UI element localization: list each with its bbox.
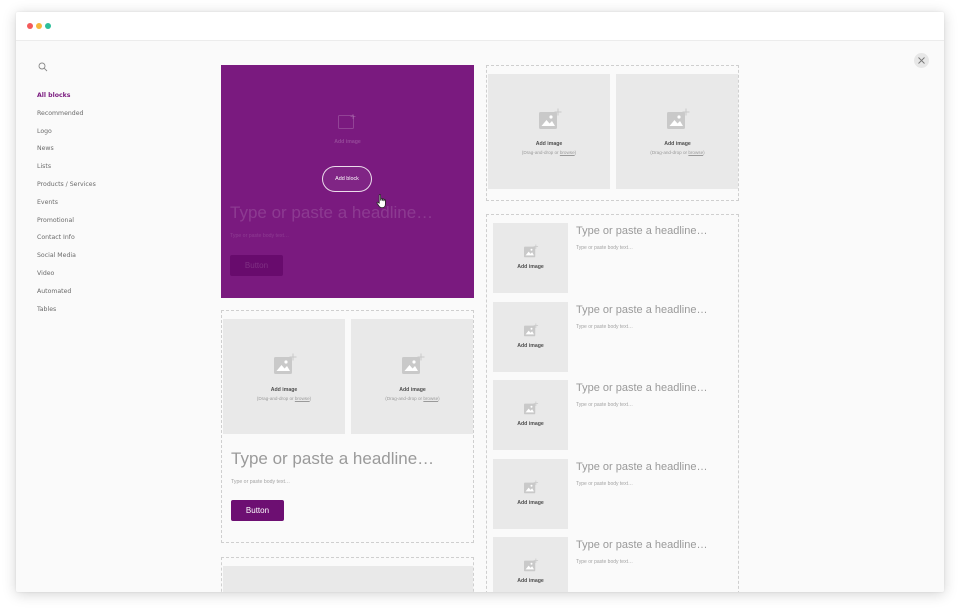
headline-placeholder[interactable]: Type or paste a headline… (231, 449, 434, 469)
add-image-label: Add image (664, 141, 691, 147)
add-image-icon (524, 323, 539, 337)
drag-drop-suffix: ) (574, 150, 577, 155)
drag-drop-text: (Drag-and-drop or (385, 396, 424, 401)
block-library-window: All blocks Recommended Logo News Lists P… (16, 12, 944, 592)
image-block-partial[interactable] (221, 557, 474, 592)
add-image-label: Add image (517, 578, 544, 584)
add-image-label: Add image (517, 264, 544, 270)
title-bar (16, 12, 944, 41)
add-image-label: Add image (535, 141, 563, 147)
add-image-label: Add image (517, 421, 544, 427)
nav-item-all-blocks[interactable]: All blocks (37, 91, 187, 109)
ghost-headline: Type or paste a headline… (230, 203, 434, 222)
image-placeholder[interactable]: Add image (Drag-and-drop or browse) (616, 74, 738, 189)
nav-item-events[interactable]: Events (37, 198, 187, 216)
body-text-placeholder[interactable]: Type or paste body text… (576, 245, 633, 251)
nav-item-contact-info[interactable]: Contact Info (37, 233, 187, 251)
browse-link[interactable]: browse (560, 150, 575, 155)
drag-drop-suffix: ) (703, 150, 705, 155)
image-placeholder[interactable]: Add image (493, 380, 568, 450)
nav-item-video[interactable]: Video (37, 269, 187, 287)
image-left-text-list-block[interactable]: Add image Type or paste a headline… Type… (486, 214, 739, 592)
close-icon (918, 57, 925, 64)
add-image-icon (667, 108, 690, 129)
ghost-body-text: Type or paste body text… (230, 233, 290, 239)
headline-placeholder[interactable]: Type or paste a headline… (576, 304, 707, 316)
add-image-icon (524, 401, 539, 415)
image-placeholder[interactable]: Add image (Drag-and-drop or browse) (488, 74, 610, 189)
body-text-placeholder[interactable]: Type or paste body text… (231, 479, 290, 485)
ghost-image-placeholder: Add image (221, 65, 474, 180)
ghost-add-image-label: Add image (334, 139, 361, 145)
headline-placeholder[interactable]: Type or paste a headline… (576, 539, 707, 551)
add-image-icon (524, 480, 539, 494)
drag-drop-hint: (Drag-and-drop or browse) (616, 150, 738, 155)
ghost-button: Button (230, 255, 283, 276)
add-image-label: Add image (517, 500, 544, 506)
category-nav: All blocks Recommended Logo News Lists P… (37, 91, 187, 322)
drag-drop-text: (Drag-and-drop or (650, 150, 689, 155)
headline-placeholder[interactable]: Type or paste a headline… (576, 382, 707, 394)
nav-item-lists[interactable]: Lists (37, 162, 187, 180)
image-placeholder[interactable]: Add image (493, 223, 568, 293)
image-placeholder[interactable]: Add image (Drag-and-drop or browse) (351, 319, 473, 434)
headline-placeholder[interactable]: Type or paste a headline… (576, 225, 707, 237)
drag-drop-hint: (Drag-and-drop or browse) (351, 396, 473, 401)
drag-drop-text: (Drag-and-drop or (521, 150, 560, 155)
add-image-label: Add image (399, 387, 426, 393)
hovered-image-text-block[interactable]: Add image Type or paste a headline… Type… (221, 65, 474, 298)
image-placeholder[interactable]: Add image (493, 459, 568, 529)
add-image-icon (274, 353, 297, 374)
image-placeholder[interactable]: Add image (493, 537, 568, 592)
drag-drop-text: (Drag-and-drop or (256, 396, 295, 401)
search-icon[interactable] (38, 62, 48, 72)
hand-pointer-cursor-icon (376, 194, 386, 208)
drag-drop-suffix: ) (309, 396, 312, 401)
nav-item-tables[interactable]: Tables (37, 305, 187, 323)
drag-drop-hint: (Drag-and-drop or browse) (223, 396, 345, 401)
browse-link[interactable]: browse (423, 396, 438, 401)
add-image-label: Add image (517, 343, 544, 349)
browse-link[interactable]: browse (688, 150, 703, 155)
nav-item-products-services[interactable]: Products / Services (37, 180, 187, 198)
body-text-placeholder[interactable]: Type or paste body text… (576, 559, 633, 565)
body-text-placeholder[interactable]: Type or paste body text… (576, 324, 633, 330)
add-image-icon (524, 558, 539, 572)
nav-item-automated[interactable]: Automated (37, 287, 187, 305)
two-image-block[interactable]: Add image (Drag-and-drop or browse) Add … (486, 65, 739, 201)
add-image-icon (524, 244, 539, 258)
close-button[interactable] (914, 53, 929, 68)
image-placeholder[interactable]: Add image (493, 302, 568, 372)
add-block-button[interactable]: Add block (322, 166, 372, 192)
headline-placeholder[interactable]: Type or paste a headline… (576, 461, 707, 473)
drag-drop-suffix: ) (438, 396, 440, 401)
drag-drop-hint: (Drag-and-drop or browse) (488, 150, 610, 155)
image-placeholder[interactable]: Add image (Drag-and-drop or browse) (223, 319, 345, 434)
add-image-icon (402, 353, 425, 374)
nav-item-logo[interactable]: Logo (37, 127, 187, 145)
ghost-image-icon (338, 114, 356, 129)
image-placeholder[interactable] (223, 566, 473, 592)
browse-link[interactable]: browse (295, 396, 310, 401)
minimize-window-dot[interactable] (36, 22, 42, 29)
nav-item-news[interactable]: News (37, 144, 187, 162)
add-image-label: Add image (270, 387, 298, 393)
body-text-placeholder[interactable]: Type or paste body text… (576, 481, 633, 487)
close-window-dot[interactable] (27, 22, 33, 29)
maximize-window-dot[interactable] (45, 22, 51, 29)
nav-item-recommended[interactable]: Recommended (37, 109, 187, 127)
add-image-icon (539, 108, 562, 129)
nav-item-social-media[interactable]: Social Media (37, 251, 187, 269)
nav-item-promotional[interactable]: Promotional (37, 216, 187, 234)
body-text-placeholder[interactable]: Type or paste body text… (576, 402, 633, 408)
two-image-text-button-block[interactable]: Add image (Drag-and-drop or browse) Add … (221, 310, 474, 543)
cta-button[interactable]: Button (231, 500, 284, 521)
